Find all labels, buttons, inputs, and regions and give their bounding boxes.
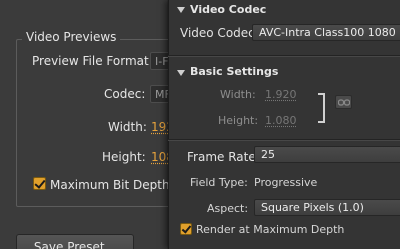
link-bracket [318,93,325,123]
section-divider-highlight [168,56,400,57]
height-label: Height: [218,114,259,127]
maximum-bit-depth-checkbox[interactable] [33,177,46,190]
width-label: Width: [220,88,256,101]
preview-file-format-dropdown[interactable]: I-F [150,52,170,70]
basic-settings-section-header[interactable]: Basic Settings [190,65,278,78]
field-type-label: Field Type: [190,176,248,189]
frame-rate-dropdown[interactable]: 25 [254,146,400,163]
preview-file-format-label: Preview File Format: [32,54,153,68]
section-divider-highlight [168,140,400,141]
width-value: 1.920 [265,88,297,101]
render-at-maximum-depth-label: Render at Maximum Depth [196,223,345,236]
collapse-triangle-icon[interactable] [177,7,185,13]
render-at-maximum-depth-checkbox[interactable] [180,223,192,235]
video-previews-title: Video Previews [22,30,121,44]
height-label: Height: [102,150,146,164]
field-type-value: Progressive [254,176,318,189]
frame-rate-label: Frame Rate: [187,150,260,164]
video-codec-dropdown[interactable]: AVC-Intra Class100 1080 [252,24,400,41]
collapse-triangle-icon[interactable] [177,70,185,76]
height-value: 1.080 [265,114,297,127]
codec-dropdown[interactable]: MF [150,85,170,103]
aspect-label: Aspect: [207,202,249,215]
link-dimensions-button[interactable] [335,95,352,109]
video-codec-label: Video Codec: [180,26,259,40]
video-codec-section-header[interactable]: Video Codec [190,3,266,16]
chain-link-icon [338,99,350,106]
save-preset-button[interactable]: Save Preset... [16,234,134,249]
aspect-dropdown[interactable]: Square Pixels (1.0) [254,199,400,216]
maximum-bit-depth-label: Maximum Bit Depth [50,178,170,192]
codec-label: Codec: [104,87,146,101]
width-label: Width: [108,120,147,134]
